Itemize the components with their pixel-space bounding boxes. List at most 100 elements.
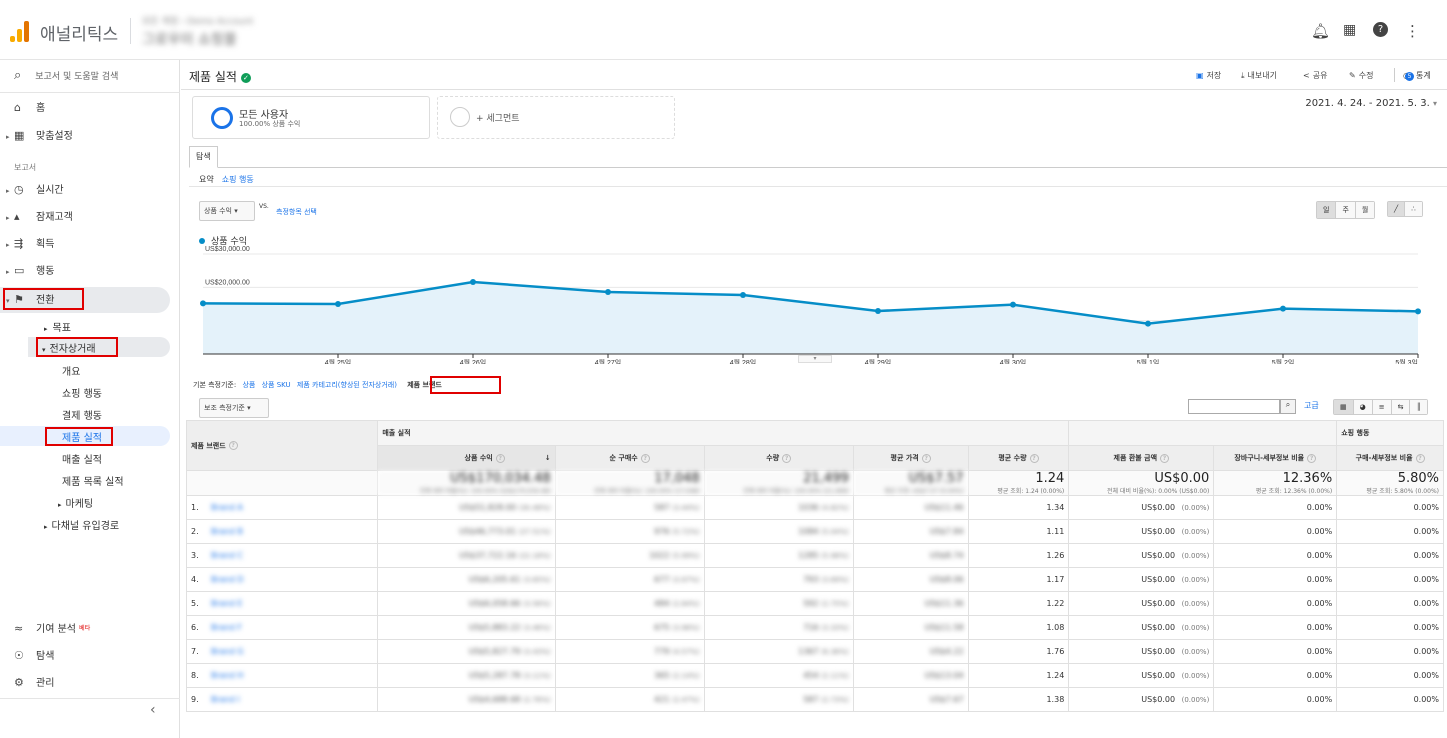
table-row[interactable]: 9. Brand I US$4,688.68 (2.76%) 421 (2.47%) 5…	[185, 687, 1444, 712]
table-row[interactable]: 4. Brand D US$6,205.61 (3.65%) 677 (3.97%) 7…	[185, 567, 1444, 592]
table-view-icon[interactable]: ▦	[1334, 400, 1354, 414]
motion-chart-icon[interactable]: ∴	[1405, 202, 1422, 216]
collapse-sidebar-icon[interactable]: ‹	[150, 702, 156, 718]
table-row[interactable]: 7. Brand G US$5,827.79 (3.43%) 779 (4.57%) 1…	[185, 639, 1444, 664]
column-header-avg-price[interactable]: 평균 가격?	[852, 445, 969, 471]
sidebar-item-overview[interactable]: 개요	[62, 363, 80, 378]
sidebar-item-checkout-behavior[interactable]: 결제 행동	[62, 407, 102, 422]
cell-avg-qty: 1.76	[967, 639, 1070, 664]
pivot-view-icon[interactable]: ║	[1410, 400, 1427, 414]
dim-link-sku[interactable]: 상품 SKU	[262, 381, 291, 389]
secondary-dimension-dropdown[interactable]: 보조 측정기준 ▾	[199, 398, 269, 418]
segment-all-users[interactable]: 모든 사용자 100.00% 상품 수익	[192, 96, 430, 139]
date-range-picker[interactable]: 2021. 4. 24. - 2021. 5. 3. ▾	[1305, 98, 1437, 109]
data-point[interactable]	[1010, 301, 1016, 308]
bar-view-icon[interactable]: ≡	[1372, 400, 1392, 414]
cell-quantity: 1285 (5.98%)	[703, 543, 854, 568]
select-metric-link[interactable]: 측정항목 선택	[276, 207, 317, 217]
data-point[interactable]	[470, 279, 476, 285]
table-row[interactable]: 2. Brand B US$46,773.01 (27.51%) 976 (5.72%…	[185, 519, 1444, 544]
subtab-summary[interactable]: 요약	[199, 175, 214, 184]
cell-revenue: US$37,722.16 (22.18%)	[377, 543, 556, 568]
brand-link[interactable]: Brand I	[211, 695, 240, 704]
sidebar-item-acquisition[interactable]: ▸ ⇶ 획득	[6, 234, 54, 254]
column-header-brand[interactable]: 제품 브랜드?	[185, 420, 379, 471]
brand-link[interactable]: Brand C	[211, 551, 243, 560]
data-point[interactable]	[875, 308, 881, 314]
table-row[interactable]: 8. Brand H US$5,287.78 (3.11%) 365 (2.14%) 4…	[185, 663, 1444, 688]
table-search-input[interactable]	[1188, 399, 1280, 414]
export-button[interactable]: ⤓ 내보내기	[1241, 70, 1277, 81]
dim-link-product[interactable]: 상품	[242, 381, 255, 389]
table-row[interactable]: 3. Brand C US$37,722.16 (22.18%) 1022 (5.99…	[185, 543, 1444, 568]
interval-month-button[interactable]: 월	[1355, 202, 1375, 218]
sidebar-item-audience[interactable]: ▸ ▴ 잠재고객	[6, 207, 73, 227]
brand-link[interactable]: Brand E	[211, 599, 242, 608]
sidebar-item-custom[interactable]: ▸ ▦ 맞춤설정	[6, 126, 73, 146]
brand-link[interactable]: Brand G	[211, 647, 244, 656]
line-chart-icon[interactable]: ╱	[1388, 202, 1406, 216]
metric-dropdown[interactable]: 상품 수익 ▾	[199, 201, 255, 221]
sidebar-item-home[interactable]: ⌂ 홈	[14, 98, 45, 118]
sidebar-item-product-list-performance[interactable]: 제품 목록 실적	[62, 473, 124, 488]
table-row[interactable]: 6. Brand F US$5,883.22 (3.46%) 675 (3.96%) 7…	[185, 615, 1444, 640]
sidebar-item-shopping-behavior[interactable]: 쇼핑 행동	[62, 385, 102, 400]
add-segment-button[interactable]: + 세그먼트	[437, 96, 675, 139]
dim-link-category[interactable]: 제품 카테고리(향상된 전자상거래)	[297, 381, 397, 389]
interval-week-button[interactable]: 주	[1336, 202, 1356, 218]
column-header-avg-qty[interactable]: 평균 수량?	[967, 445, 1070, 471]
comparison-view-icon[interactable]: ⇆	[1391, 400, 1411, 414]
column-header-quantity[interactable]: 수량?	[703, 445, 854, 471]
data-point[interactable]	[335, 301, 341, 307]
interval-day-button[interactable]: 일	[1317, 202, 1337, 218]
sidebar-item-attribution[interactable]: ≈ 기여 분석 베타	[14, 619, 90, 639]
table-row[interactable]: 1. Brand A US$51,828.00 (30.48%) 587 (3.44%…	[185, 495, 1444, 520]
column-header-cart-rate[interactable]: 장바구니-세부정보 비율?	[1213, 445, 1338, 471]
sidebar-item-admin[interactable]: ⚙ 관리	[14, 673, 54, 693]
share-button[interactable]: < 공유	[1303, 70, 1327, 81]
advanced-filter-link[interactable]: 고급	[1304, 400, 1319, 411]
pie-view-icon[interactable]: ◕	[1353, 400, 1373, 414]
data-point[interactable]	[1280, 305, 1286, 312]
sidebar-item-discover[interactable]: ☉ 탐색	[14, 646, 54, 666]
tab-explore[interactable]: 탐색	[189, 146, 218, 168]
data-point[interactable]	[740, 292, 746, 298]
save-button[interactable]: ▣ 저장	[1196, 70, 1221, 81]
data-point[interactable]	[1145, 320, 1151, 327]
segment-sub: 100.00% 상품 수익	[239, 120, 301, 128]
data-point[interactable]	[200, 300, 206, 307]
table-row[interactable]: 5. Brand E US$6,058.66 (3.56%) 484 (2.84%) 5…	[185, 591, 1444, 616]
column-header-purchases[interactable]: 순 구매수?	[554, 445, 705, 471]
column-header-revenue[interactable]: 상품 수익? ↓	[377, 445, 556, 471]
cell-refund: US$0.00 (0.00%)	[1068, 567, 1215, 592]
subtab-shopping-behavior[interactable]: 쇼핑 행동	[222, 175, 254, 184]
account-selector[interactable]: 모든 계정 › Demo Account 그로우미 쇼핑몰	[142, 14, 292, 48]
sidebar-item-multichannel[interactable]: ▸ 다채널 유입경로	[44, 517, 119, 532]
sidebar-item-behavior[interactable]: ▸ ▭ 행동	[6, 261, 54, 281]
column-header-buy-rate[interactable]: 구매-세부정보 비율?	[1336, 445, 1444, 471]
insights-button[interactable]: ◎5통계	[1403, 70, 1431, 81]
app-title[interactable]: 애널리틱스	[40, 20, 118, 45]
brand-link[interactable]: Brand D	[211, 575, 244, 584]
cell-avg-price: US$11.58	[852, 615, 969, 640]
help-icon[interactable]: ?	[1373, 22, 1388, 37]
sidebar-item-realtime[interactable]: ▸ ◷ 실시간	[6, 180, 64, 200]
brand-link[interactable]: Brand F	[211, 623, 242, 632]
sidebar-search[interactable]: ⌕ 보고서 및 도움말 검색	[14, 68, 118, 83]
edit-button[interactable]: ✎ 수정	[1349, 70, 1373, 81]
column-header-refund[interactable]: 제품 환불 금액?	[1068, 445, 1215, 471]
data-point[interactable]	[1415, 308, 1421, 315]
sidebar-item-sales-performance[interactable]: 매출 실적	[62, 451, 102, 466]
apps-grid-icon[interactable]: ▦	[1343, 22, 1356, 38]
chart-resize-handle[interactable]: ▾	[798, 355, 832, 363]
search-icon[interactable]: ⌕	[1280, 399, 1296, 414]
brand-link[interactable]: Brand H	[211, 671, 243, 680]
bell-icon[interactable]: 🔔︎	[1311, 22, 1330, 40]
brand-link[interactable]: Brand B	[211, 527, 243, 536]
sidebar-item-marketing[interactable]: ▸ 마케팅	[58, 495, 93, 510]
sidebar-item-goals[interactable]: ▸ 목표	[44, 319, 71, 334]
more-vert-icon[interactable]: ⋮	[1405, 22, 1420, 40]
data-point[interactable]	[605, 289, 611, 295]
analytics-logo-icon[interactable]	[10, 20, 30, 42]
brand-link[interactable]: Brand A	[211, 503, 243, 512]
